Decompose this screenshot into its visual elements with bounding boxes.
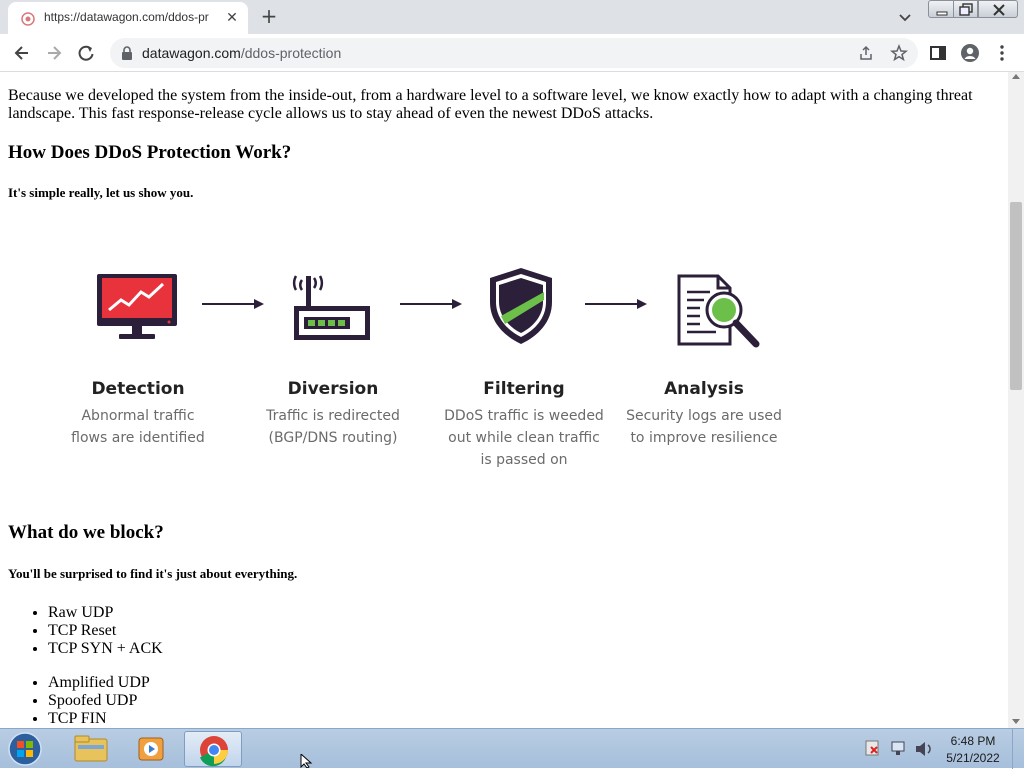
- flow-arrow-icon: [202, 299, 264, 309]
- vertical-scrollbar[interactable]: [1008, 72, 1024, 728]
- share-icon[interactable]: [858, 45, 874, 61]
- chrome-taskbar-button[interactable]: [184, 731, 242, 767]
- forward-arrow-icon[interactable]: [44, 43, 64, 63]
- site-favicon-icon: [21, 12, 35, 26]
- action-center-flag-icon[interactable]: [865, 740, 879, 756]
- lock-icon[interactable]: [120, 45, 134, 61]
- start-button-icon[interactable]: [6, 731, 44, 767]
- step-diversion: Diversion Traffic is redirected (BGP/DNS…: [248, 379, 418, 449]
- browser-menu-icon[interactable]: [992, 43, 1012, 63]
- chrome-icon: [200, 736, 228, 767]
- side-panel-icon[interactable]: [928, 43, 948, 63]
- list-item: TCP SYN + ACK: [48, 640, 163, 658]
- blocked-attacks-list: Amplified UDP Spoofed UDP TCP FIN: [48, 674, 150, 728]
- step-title: Diversion: [287, 379, 379, 399]
- tab-close-icon[interactable]: ✕: [224, 10, 240, 26]
- blocked-attacks-list: Raw UDP TCP Reset TCP SYN + ACK: [48, 604, 163, 658]
- tab-title: https://datawagon.com/ddos-pr: [44, 10, 209, 24]
- window-restore-button[interactable]: [953, 0, 978, 18]
- address-bar[interactable]: datawagon.com/ddos-protection: [110, 38, 918, 68]
- scrollbar-thumb[interactable]: [1010, 202, 1022, 390]
- reload-icon[interactable]: [76, 43, 96, 63]
- list-item: Raw UDP: [48, 604, 163, 622]
- clock-date: 5/21/2022: [946, 751, 1000, 765]
- how-it-works-subtitle: It's simple really, let us show you.: [8, 185, 194, 200]
- flow-arrow-icon: [400, 299, 462, 309]
- new-tab-button[interactable]: +: [258, 6, 280, 28]
- clock-time: 6:48 PM: [950, 734, 996, 748]
- step-filtering: Filtering DDoS traffic is weeded out whi…: [439, 379, 609, 471]
- file-explorer-taskbar-icon[interactable]: [62, 731, 120, 767]
- browser-tab[interactable]: https://datawagon.com/ddos-pr ✕: [8, 2, 248, 34]
- system-tray: [865, 740, 931, 756]
- taskbar-clock[interactable]: 6:48 PM 5/21/2022: [940, 733, 1006, 767]
- scroll-down-arrow-icon[interactable]: [1012, 719, 1020, 724]
- network-icon[interactable]: [891, 741, 905, 755]
- what-we-block-heading: What do we block?: [8, 522, 164, 543]
- bookmark-star-icon[interactable]: [890, 44, 908, 62]
- flow-arrow-icon: [585, 299, 647, 309]
- browser-toolbar: datawagon.com/ddos-protection: [0, 34, 1024, 72]
- list-item: Spoofed UDP: [48, 692, 150, 710]
- window-close-button[interactable]: [978, 0, 1018, 18]
- step-description: DDoS traffic is weeded out while clean t…: [444, 408, 604, 468]
- step-description: Security logs are used to improve resili…: [626, 408, 782, 446]
- router-icon: [292, 275, 370, 340]
- how-it-works-heading: How Does DDoS Protection Work?: [8, 142, 292, 163]
- scroll-up-arrow-icon[interactable]: [1012, 74, 1020, 79]
- page-viewport: Because we developed the system from the…: [0, 72, 1008, 728]
- volume-icon[interactable]: [916, 742, 931, 756]
- step-detection: Detection Abnormal traffic flows are ide…: [53, 379, 223, 449]
- show-desktop-button[interactable]: [1012, 729, 1024, 769]
- step-description: Abnormal traffic flows are identified: [71, 408, 205, 446]
- list-item: Amplified UDP: [48, 674, 150, 692]
- window-minimize-button[interactable]: [928, 0, 954, 18]
- profile-avatar-icon[interactable]: [960, 43, 980, 63]
- windows-taskbar: 6:48 PM 5/21/2022: [0, 728, 1024, 769]
- shield-icon: [490, 268, 552, 344]
- intro-paragraph: Because we developed the system from the…: [8, 87, 973, 122]
- list-item: TCP Reset: [48, 622, 163, 640]
- document-magnifier-icon: [677, 274, 760, 348]
- tab-search-chevron-icon[interactable]: [896, 8, 914, 26]
- url-path: /ddos-protection: [240, 45, 342, 61]
- monitor-chart-icon: [97, 274, 177, 339]
- step-title: Analysis: [664, 379, 744, 399]
- step-title: Filtering: [483, 379, 565, 399]
- what-we-block-subtitle: You'll be surprised to find it's just ab…: [8, 566, 298, 581]
- step-title: Detection: [91, 379, 185, 399]
- step-description: Traffic is redirected (BGP/DNS routing): [266, 408, 400, 446]
- tab-strip: https://datawagon.com/ddos-pr ✕ +: [0, 0, 1024, 34]
- mouse-cursor-icon: [300, 754, 313, 768]
- step-analysis: Analysis Security logs are used to impro…: [619, 379, 789, 449]
- url-text[interactable]: datawagon.com/ddos-protection: [142, 45, 341, 61]
- list-item: TCP FIN: [48, 710, 150, 728]
- media-player-taskbar-icon[interactable]: [122, 731, 180, 767]
- back-arrow-icon[interactable]: [12, 43, 32, 63]
- url-host: datawagon.com: [142, 45, 241, 61]
